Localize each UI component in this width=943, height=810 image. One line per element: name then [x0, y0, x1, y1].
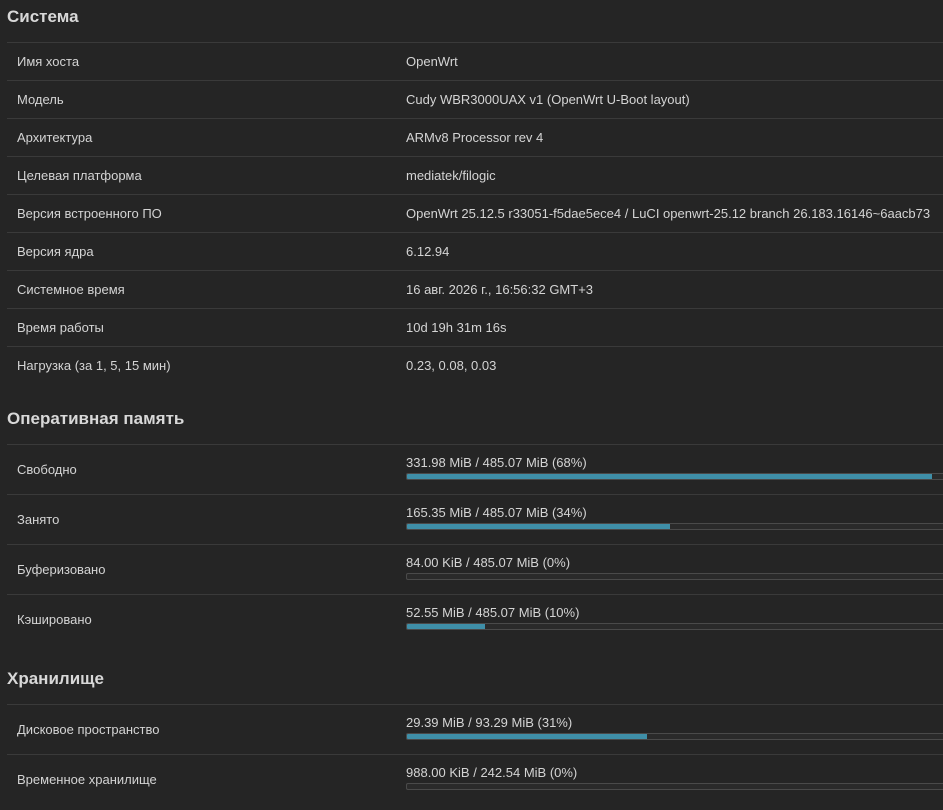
progress-track [406, 623, 943, 630]
memory-row-cached: Кэшировано 52.55 MiB / 485.07 MiB (10%) [7, 594, 943, 644]
progress-text: 29.39 MiB / 93.29 MiB (31%) [406, 715, 573, 730]
row-label: Версия ядра [17, 244, 94, 259]
progress-text: 52.55 MiB / 485.07 MiB (10%) [406, 605, 580, 620]
row-label: Буферизовано [17, 562, 106, 577]
row-label: Целевая платформа [17, 168, 142, 183]
row-value: 6.12.94 [406, 244, 450, 259]
row-value: OpenWrt [406, 54, 458, 69]
system-row-architecture: Архитектура ARMv8 Processor rev 4 [7, 118, 943, 156]
system-row-hostname: Имя хоста OpenWrt [7, 42, 943, 80]
system-row-time: Системное время 16 авг. 2026 г., 16:56:3… [7, 270, 943, 308]
row-value: 10d 19h 31m 16s [406, 320, 507, 335]
progress-track [406, 523, 943, 530]
system-row-target-platform: Целевая платформа mediatek/filogic [7, 156, 943, 194]
row-label: Имя хоста [17, 54, 80, 69]
progress: 165.35 MiB / 485.07 MiB (34%) [397, 505, 943, 530]
system-section: Система Имя хоста OpenWrt Модель Cudy WB… [0, 0, 943, 384]
progress: 52.55 MiB / 485.07 MiB (10%) [397, 605, 943, 630]
row-label: Системное время [17, 282, 125, 297]
progress-fill [407, 474, 933, 479]
storage-title: Хранилище [7, 669, 104, 688]
row-label: Временное хранилище [17, 772, 157, 787]
row-label: Занято [17, 512, 60, 527]
progress: 988.00 KiB / 242.54 MiB (0%) [397, 765, 943, 790]
row-label: Модель [17, 92, 64, 107]
memory-row-free: Свободно 331.98 MiB / 485.07 MiB (68%) [7, 444, 943, 494]
row-label: Кэшировано [17, 612, 92, 627]
storage-table: Дисковое пространство 29.39 MiB / 93.29 … [7, 704, 943, 804]
storage-row-disk: Дисковое пространство 29.39 MiB / 93.29 … [7, 704, 943, 754]
progress-text: 84.00 KiB / 485.07 MiB (0%) [406, 555, 571, 570]
system-row-load: Нагрузка (за 1, 5, 15 мин) 0.23, 0.08, 0… [7, 346, 943, 384]
progress-text: 988.00 KiB / 242.54 MiB (0%) [406, 765, 578, 780]
progress-text: 331.98 MiB / 485.07 MiB (68%) [406, 455, 587, 470]
system-row-kernel: Версия ядра 6.12.94 [7, 232, 943, 270]
system-row-uptime: Время работы 10d 19h 31m 16s [7, 308, 943, 346]
row-label: Дисковое пространство [17, 722, 160, 737]
row-label: Время работы [17, 320, 104, 335]
row-value: 0.23, 0.08, 0.03 [406, 358, 497, 373]
progress: 331.98 MiB / 485.07 MiB (68%) [397, 455, 943, 480]
row-value: 16 авг. 2026 г., 16:56:32 GMT+3 [406, 282, 594, 297]
memory-table: Свободно 331.98 MiB / 485.07 MiB (68%) З… [7, 444, 943, 644]
row-value: Cudy WBR3000UAX v1 (OpenWrt U-Boot layou… [406, 92, 690, 107]
memory-section: Оперативная память Свободно 331.98 MiB /… [0, 384, 943, 644]
system-row-firmware: Версия встроенного ПО OpenWrt 25.12.5 r3… [7, 194, 943, 232]
progress-fill [407, 524, 670, 529]
progress-track [406, 733, 943, 740]
progress-fill [407, 624, 485, 629]
memory-row-buffered: Буферизовано 84.00 KiB / 485.07 MiB (0%) [7, 544, 943, 594]
row-value: OpenWrt 25.12.5 r33051-f5dae5ece4 / LuCI… [406, 206, 931, 221]
system-title: Система [7, 7, 79, 26]
storage-section: Хранилище Дисковое пространство 29.39 Mi… [0, 644, 943, 804]
progress-text: 165.35 MiB / 485.07 MiB (34%) [406, 505, 587, 520]
system-row-model: Модель Cudy WBR3000UAX v1 (OpenWrt U-Boo… [7, 80, 943, 118]
row-label: Архитектура [17, 130, 93, 145]
memory-row-used: Занято 165.35 MiB / 485.07 MiB (34%) [7, 494, 943, 544]
system-table: Имя хоста OpenWrt Модель Cudy WBR3000UAX… [7, 42, 943, 384]
memory-title: Оперативная память [7, 409, 185, 428]
row-value: ARMv8 Processor rev 4 [406, 130, 544, 145]
progress-track [406, 473, 943, 480]
row-label: Версия встроенного ПО [17, 206, 162, 221]
storage-row-temp: Временное хранилище 988.00 KiB / 242.54 … [7, 754, 943, 804]
progress-track [406, 783, 943, 790]
row-value: mediatek/filogic [406, 168, 496, 183]
progress-track [406, 573, 943, 580]
progress: 84.00 KiB / 485.07 MiB (0%) [397, 555, 943, 580]
progress-fill [407, 734, 647, 739]
progress: 29.39 MiB / 93.29 MiB (31%) [397, 715, 943, 740]
row-label: Нагрузка (за 1, 5, 15 мин) [17, 358, 171, 373]
row-label: Свободно [17, 462, 77, 477]
